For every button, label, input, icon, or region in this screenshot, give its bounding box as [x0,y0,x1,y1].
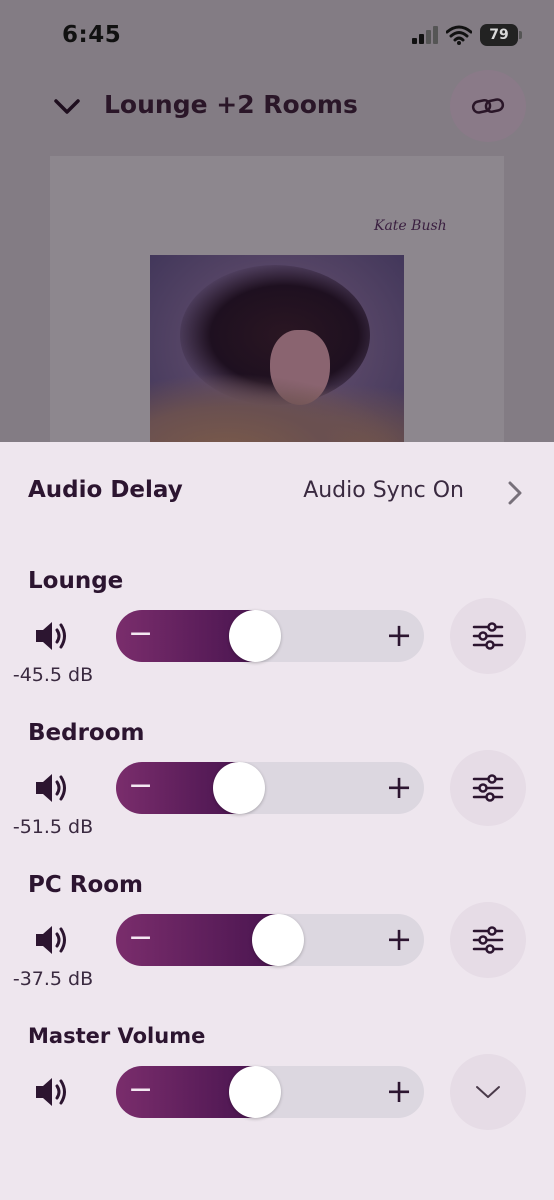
link-icon [471,98,505,114]
room-eq-button[interactable] [450,902,526,978]
album-artist-text: Kate Bush [374,218,447,234]
album-photo-foreground [150,373,404,442]
album-photo [150,255,404,442]
volume-up-button[interactable]: + [384,914,414,966]
equalizer-icon [472,926,504,954]
speaker-icon[interactable] [34,770,70,806]
room-lounge: Lounge -45.5 dB − + [0,568,554,718]
volume-knob[interactable] [228,610,281,662]
volume-db-readout: -45.5 dB [12,664,94,686]
room-pc-room: PC Room -37.5 dB − + [0,872,554,1022]
volume-slider[interactable]: − + [116,762,424,814]
status-icons: 79 [412,24,522,46]
master-volume: Master Volume − + [0,1024,554,1174]
status-time: 6:45 [62,22,122,48]
status-bar: 6:45 79 [0,0,554,70]
now-playing-background: 6:45 79 Lounge +2 Rooms Kate Bush [0,0,554,442]
volume-up-button[interactable]: + [384,1066,414,1118]
signal-icon [412,26,438,44]
room-group-title: Lounge +2 Rooms [104,90,358,119]
battery-indicator: 79 [480,24,522,46]
room-eq-button[interactable] [450,750,526,826]
audio-delay-label: Audio Delay [28,477,183,503]
room-name: Bedroom [28,720,145,746]
master-volume-label: Master Volume [28,1024,206,1048]
room-bedroom: Bedroom -51.5 dB − + [0,720,554,870]
chevron-right-icon [508,481,522,505]
audio-delay-row[interactable]: Audio Delay Audio Sync On [0,442,554,544]
volume-db-readout: -37.5 dB [12,968,94,990]
speaker-icon[interactable] [34,922,70,958]
volume-down-button[interactable]: − [128,1066,153,1118]
wifi-icon [446,25,472,45]
volume-down-button[interactable]: − [128,610,153,662]
speaker-icon[interactable] [34,618,70,654]
volume-up-button[interactable]: + [384,610,414,662]
collapse-button[interactable] [50,90,84,124]
header: Lounge +2 Rooms [0,70,554,144]
volume-down-button[interactable]: − [128,914,153,966]
volume-sheet: Audio Delay Audio Sync On Lounge -45.5 d… [0,442,554,1200]
expand-rooms-button[interactable] [450,1054,526,1130]
audio-delay-value: Audio Sync On [303,478,464,503]
speaker-icon[interactable] [34,1074,70,1110]
volume-down-button[interactable]: − [128,762,153,814]
master-volume-slider[interactable]: − + [116,1066,424,1118]
room-eq-button[interactable] [450,598,526,674]
group-rooms-button[interactable] [450,70,526,142]
room-name: PC Room [28,872,144,898]
volume-knob[interactable] [251,914,304,966]
room-name: Lounge [28,568,124,594]
volume-up-button[interactable]: + [384,762,414,814]
volume-knob[interactable] [228,1066,281,1118]
chevron-down-icon [476,1086,500,1098]
volume-slider[interactable]: − + [116,914,424,966]
chevron-down-icon [54,99,80,114]
volume-db-readout: -51.5 dB [12,816,94,838]
volume-knob[interactable] [213,762,266,814]
equalizer-icon [472,622,504,650]
equalizer-icon [472,774,504,802]
volume-slider[interactable]: − + [116,610,424,662]
